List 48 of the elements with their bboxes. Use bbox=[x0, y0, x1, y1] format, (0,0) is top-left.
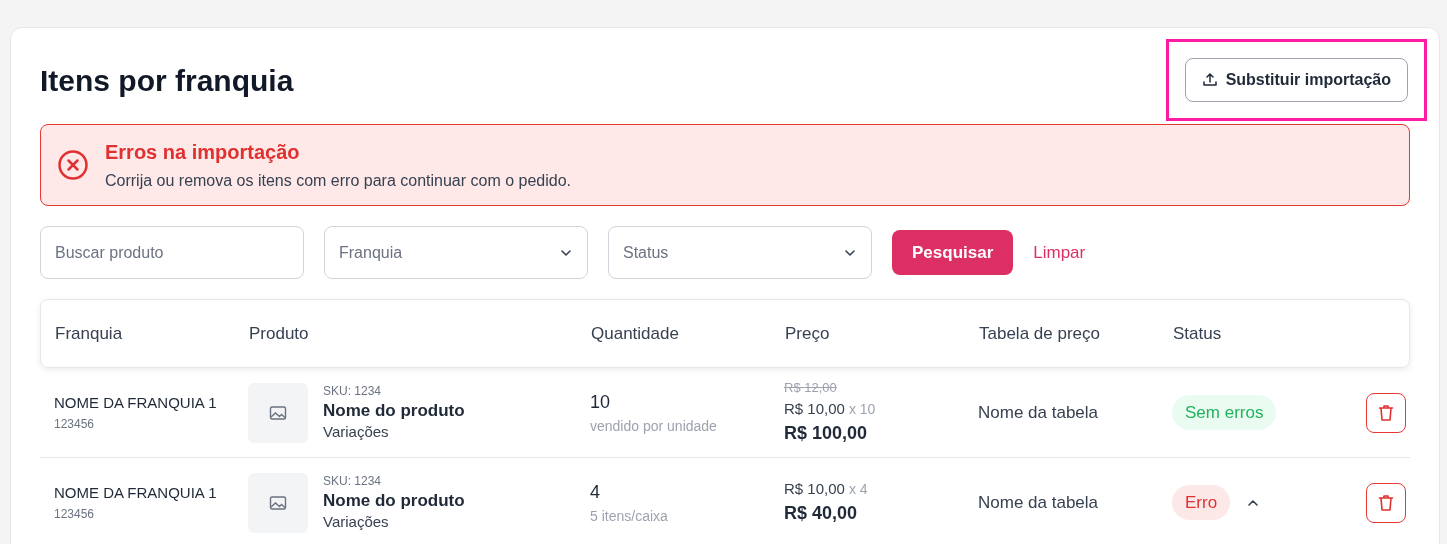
quantity-note: vendido por unidade bbox=[590, 416, 718, 436]
product-name: Nome do produto bbox=[323, 489, 465, 511]
unit-price: R$ 10,00 bbox=[784, 478, 845, 499]
quantity-note: 5 itens/caixa bbox=[590, 506, 669, 526]
product-variations: Variações bbox=[323, 511, 390, 532]
status-badge: Erro bbox=[1172, 484, 1231, 521]
price-multiplier: x 4 bbox=[848, 479, 868, 499]
upload-icon bbox=[1201, 72, 1218, 88]
unit-price: R$ 10,00 bbox=[784, 398, 845, 419]
old-price: R$ 12,00 bbox=[784, 379, 838, 397]
column-header: Status bbox=[1173, 322, 1223, 345]
franchise-code: 123456 bbox=[54, 415, 96, 433]
status-badge: Sem erros bbox=[1172, 394, 1277, 431]
search-field[interactable]: Buscar produto bbox=[40, 226, 304, 279]
clear-link[interactable]: Limpar bbox=[1033, 239, 1086, 266]
dropdown-field[interactable]: Franquia bbox=[324, 226, 588, 279]
price-table-name: Nome da tabela bbox=[978, 491, 1100, 514]
image-icon bbox=[269, 404, 287, 421]
delete-button[interactable] bbox=[1366, 392, 1406, 433]
product-sku: SKU: 1234 bbox=[323, 382, 383, 400]
product-variations: Variações bbox=[323, 421, 390, 442]
alert-title: Erros na importação bbox=[105, 140, 301, 165]
search-button[interactable]: Pesquisar bbox=[892, 230, 1014, 275]
franchise-code: 123456 bbox=[54, 505, 96, 523]
replace-import-button[interactable]: Substituir importação bbox=[1184, 58, 1408, 102]
product-sku: SKU: 1234 bbox=[323, 472, 383, 490]
delete-button[interactable] bbox=[1366, 482, 1406, 523]
price-multiplier: x 10 bbox=[848, 399, 876, 419]
dropdown-field[interactable]: Status bbox=[608, 226, 872, 279]
product-name: Nome do produto bbox=[323, 399, 465, 421]
column-header: Tabela de preço bbox=[979, 322, 1101, 345]
column-header: Franquia bbox=[55, 322, 124, 345]
error-icon bbox=[57, 149, 89, 181]
total-price: R$ 100,00 bbox=[784, 422, 869, 445]
quantity: 4 bbox=[590, 480, 601, 504]
column-header: Quantidade bbox=[591, 322, 680, 345]
page-title: Itens por franquia bbox=[40, 62, 294, 99]
alert-message: Corrija ou remova os itens com erro para continuar com o pedido. bbox=[105, 171, 571, 191]
column-header: Preço bbox=[785, 322, 831, 345]
quantity: 10 bbox=[590, 390, 612, 414]
franchise-name: NOME DA FRANQUIA 1 bbox=[54, 393, 218, 414]
price-table-name: Nome da tabela bbox=[978, 401, 1100, 424]
trash-icon bbox=[1378, 403, 1394, 422]
trash-icon bbox=[1378, 493, 1394, 512]
image-icon bbox=[269, 494, 287, 511]
column-header: Produto bbox=[249, 322, 310, 345]
franchise-name: NOME DA FRANQUIA 1 bbox=[54, 483, 218, 504]
total-price: R$ 40,00 bbox=[784, 502, 859, 526]
